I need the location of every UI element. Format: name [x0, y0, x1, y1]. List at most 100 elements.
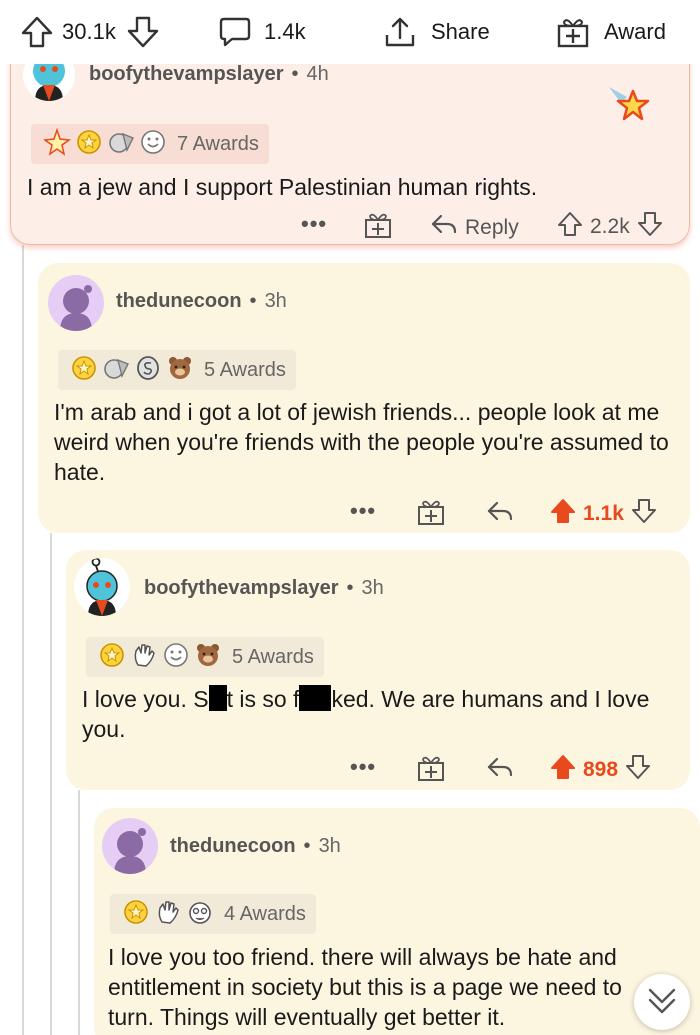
- give-award-icon[interactable]: [416, 753, 446, 783]
- upvote-arrow-filled-icon[interactable]: [549, 753, 577, 786]
- comment-vote-group: 1.1k: [549, 497, 658, 530]
- bear-award-icon: [166, 354, 194, 387]
- post-action-bar: 30.1k 1.4k Share Award: [0, 0, 700, 64]
- gift-icon: [556, 15, 590, 49]
- comment-body: I am a jew and I support Palestinian hum…: [27, 174, 538, 200]
- comment-card: boofythevampslayer • 3h 5 Awards I love …: [66, 550, 690, 790]
- comment-body: I love you. St is so f ked. We are humans…: [82, 684, 682, 744]
- comment-actions: ••• 898: [350, 750, 685, 786]
- username[interactable]: boofythevampslayer: [89, 63, 284, 86]
- redaction-block: [208, 685, 227, 711]
- comment-meta: boofythevampslayer • 4h: [89, 63, 329, 86]
- gold-award-icon: [70, 354, 98, 387]
- awards-count: 4 Awards: [224, 902, 306, 925]
- comment-count: 1.4k: [264, 19, 306, 44]
- comment-card: thedunecoon • 3h 5 Awards I'm arab and i…: [38, 263, 690, 533]
- reply-arrow-icon: [429, 210, 459, 245]
- comment-meta: thedunecoon • 3h: [170, 835, 341, 858]
- share-icon: [383, 15, 417, 49]
- post-vote-group: 30.1k: [20, 12, 160, 52]
- comment-card: thedunecoon • 3h 4 Awards I love you too…: [94, 808, 700, 1035]
- post-upvote-count: 30.1k: [62, 19, 116, 44]
- wholesome-award-icon: [139, 128, 167, 161]
- award-label: Award: [604, 19, 666, 44]
- jump-to-next-comment-button[interactable]: [634, 974, 690, 1030]
- clapping-award-icon: [154, 898, 182, 931]
- username[interactable]: thedunecoon: [170, 835, 296, 858]
- silver-award-icon: [102, 354, 130, 387]
- burst-award-icon: [42, 127, 72, 161]
- avatar[interactable]: [102, 818, 158, 874]
- more-options-button[interactable]: •••: [350, 498, 376, 524]
- reply-button[interactable]: Reply: [429, 210, 519, 245]
- comment-bubble-icon: [218, 15, 252, 49]
- awards-count: 5 Awards: [204, 358, 286, 381]
- username[interactable]: thedunecoon: [116, 290, 242, 313]
- separator-dot: •: [249, 290, 257, 312]
- thread-line[interactable]: [22, 245, 24, 1035]
- downvote-arrow-icon[interactable]: [636, 210, 664, 243]
- awards-count: 5 Awards: [232, 645, 314, 668]
- reply-arrow-icon: [485, 497, 515, 532]
- comments-button[interactable]: 1.4k: [218, 12, 306, 52]
- give-award-icon[interactable]: [416, 497, 446, 527]
- double-chevron-down-icon: [644, 982, 680, 1023]
- gold-award-icon: [75, 128, 103, 161]
- awards-row[interactable]: 7 Awards: [31, 124, 269, 164]
- award-button[interactable]: Award: [556, 12, 666, 52]
- comment-actions: ••• Reply 2.2k: [301, 207, 681, 243]
- helpful-award-icon: [186, 898, 214, 931]
- gold-award-icon: [122, 898, 150, 931]
- give-award-icon[interactable]: [363, 210, 393, 240]
- bear-award-icon: [194, 641, 222, 674]
- comment-score: 898: [583, 757, 619, 781]
- downvote-arrow-icon[interactable]: [624, 753, 652, 786]
- upvote-arrow-icon[interactable]: [20, 15, 54, 49]
- star-flair-icon: [607, 83, 651, 132]
- awards-row[interactable]: 5 Awards: [58, 350, 296, 390]
- reply-button[interactable]: [485, 753, 515, 788]
- comment-actions: ••• 1.1k: [350, 494, 685, 530]
- more-options-button[interactable]: •••: [301, 211, 327, 237]
- avatar[interactable]: [48, 275, 104, 331]
- reply-arrow-icon: [485, 753, 515, 788]
- share-button[interactable]: Share: [383, 12, 490, 52]
- comment-body: I love you too friend. there will always…: [108, 944, 622, 1030]
- downvote-arrow-icon[interactable]: [126, 15, 160, 49]
- more-options-button[interactable]: •••: [350, 754, 376, 780]
- thread-line[interactable]: [78, 790, 80, 1035]
- comment-vote-group: 2.2k: [556, 210, 664, 243]
- comment-card-highlighted: boofythevampslayer • 4h 7 Awards I am a …: [10, 40, 690, 245]
- upvote-arrow-icon[interactable]: [556, 210, 584, 243]
- comment-meta: thedunecoon • 3h: [116, 290, 287, 313]
- reply-label: Reply: [465, 215, 519, 239]
- coin-award-icon: [134, 354, 162, 387]
- comment-body-part: t is so f: [226, 686, 300, 712]
- comment-body: I'm arab and i got a lot of jewish frien…: [54, 399, 669, 485]
- upvote-arrow-filled-icon[interactable]: [549, 497, 577, 530]
- share-label: Share: [431, 19, 490, 44]
- separator-dot: •: [303, 835, 311, 857]
- timestamp: 3h: [361, 577, 384, 599]
- username[interactable]: boofythevampslayer: [144, 577, 339, 600]
- separator-dot: •: [291, 63, 299, 85]
- separator-dot: •: [346, 577, 354, 599]
- comment-body-part: I love you. S: [82, 686, 209, 712]
- timestamp: 4h: [306, 63, 329, 85]
- comment-vote-group: 898: [549, 753, 652, 786]
- wholesome-award-icon: [162, 641, 190, 674]
- silver-award-icon: [107, 128, 135, 161]
- redaction-block: [299, 685, 332, 711]
- timestamp: 3h: [318, 835, 341, 857]
- awards-row[interactable]: 5 Awards: [86, 637, 324, 677]
- comment-score: 1.1k: [583, 501, 624, 525]
- timestamp: 3h: [264, 290, 287, 312]
- thread-line[interactable]: [50, 533, 52, 1035]
- avatar[interactable]: [74, 558, 130, 616]
- gold-award-icon: [98, 641, 126, 674]
- awards-row[interactable]: 4 Awards: [110, 894, 316, 934]
- downvote-arrow-icon[interactable]: [630, 497, 658, 530]
- awards-count: 7 Awards: [177, 132, 259, 155]
- reply-button[interactable]: [485, 497, 515, 532]
- comment-score: 2.2k: [590, 214, 630, 238]
